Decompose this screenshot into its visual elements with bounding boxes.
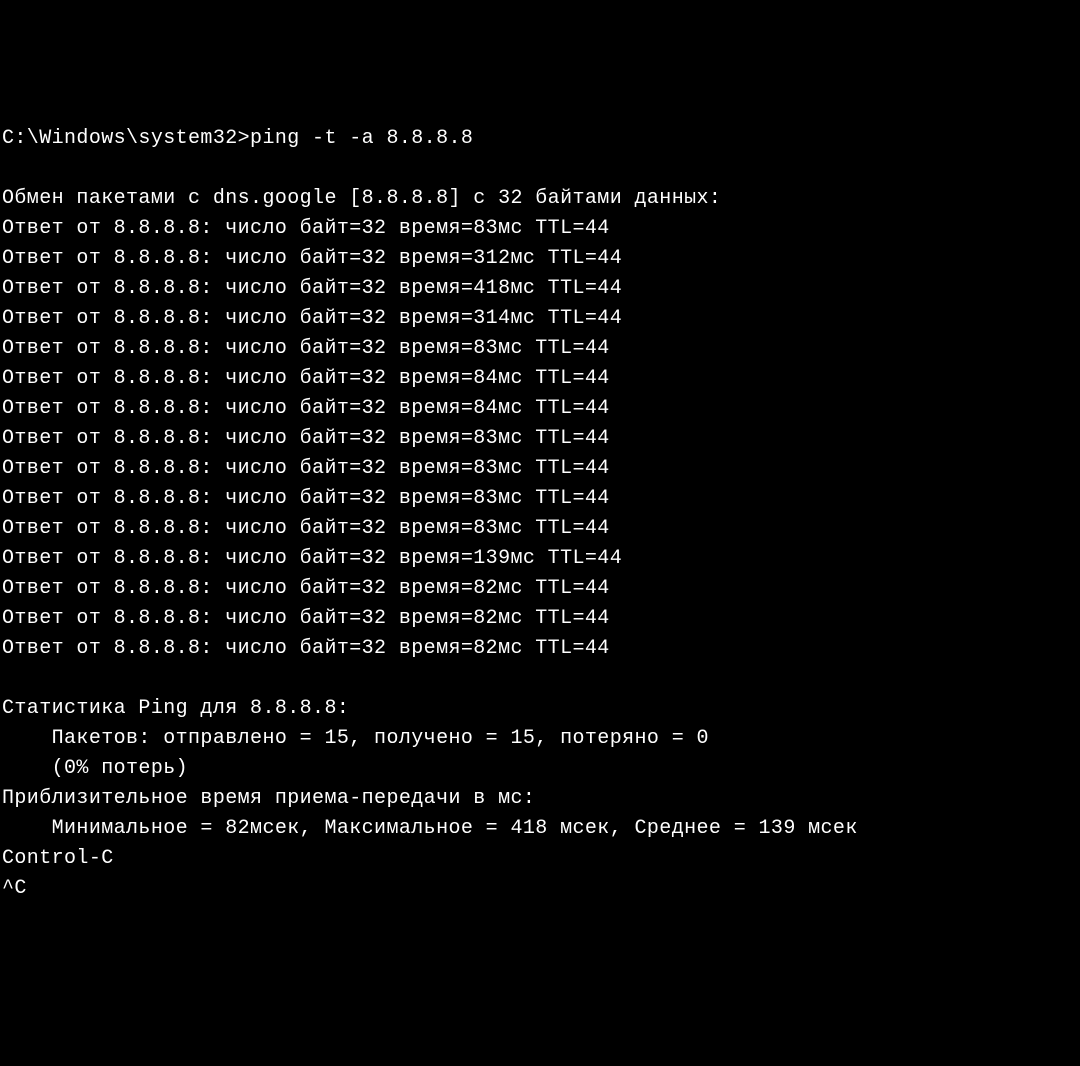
exchange-header: Обмен пакетами с dns.google [8.8.8.8] с …: [2, 184, 1078, 214]
ping-reply: Ответ от 8.8.8.8: число байт=32 время=83…: [2, 514, 1078, 544]
ping-reply: Ответ от 8.8.8.8: число байт=32 время=83…: [2, 424, 1078, 454]
ping-reply: Ответ от 8.8.8.8: число байт=32 время=83…: [2, 334, 1078, 364]
stats-header: Статистика Ping для 8.8.8.8:: [2, 694, 1078, 724]
ping-reply: Ответ от 8.8.8.8: число байт=32 время=83…: [2, 214, 1078, 244]
ping-reply: Ответ от 8.8.8.8: число байт=32 время=83…: [2, 454, 1078, 484]
control-c: Control-C: [2, 844, 1078, 874]
ping-reply: Ответ от 8.8.8.8: число байт=32 время=41…: [2, 274, 1078, 304]
prompt-path: C:\Windows\system32>: [2, 127, 250, 150]
ping-reply: Ответ от 8.8.8.8: число байт=32 время=83…: [2, 484, 1078, 514]
blank-line: [2, 664, 1078, 694]
ping-reply: Ответ от 8.8.8.8: число байт=32 время=82…: [2, 634, 1078, 664]
caret-c: ^C: [2, 874, 1078, 904]
ping-reply: Ответ от 8.8.8.8: число байт=32 время=13…: [2, 544, 1078, 574]
ping-reply: Ответ от 8.8.8.8: число байт=32 время=84…: [2, 394, 1078, 424]
ping-reply: Ответ от 8.8.8.8: число байт=32 время=31…: [2, 304, 1078, 334]
ping-reply: Ответ от 8.8.8.8: число байт=32 время=82…: [2, 604, 1078, 634]
ping-reply: Ответ от 8.8.8.8: число байт=32 время=82…: [2, 574, 1078, 604]
command-prompt-line: C:\Windows\system32>ping -t -a 8.8.8.8: [2, 124, 1078, 154]
blank-line: [2, 154, 1078, 184]
ping-reply: Ответ от 8.8.8.8: число байт=32 время=31…: [2, 244, 1078, 274]
stats-packets: Пакетов: отправлено = 15, получено = 15,…: [2, 724, 1078, 754]
stats-time-values: Минимальное = 82мсек, Максимальное = 418…: [2, 814, 1078, 844]
terminal-window[interactable]: C:\Windows\system32>ping -t -a 8.8.8.8 О…: [2, 124, 1078, 916]
stats-time-header: Приблизительное время приема-передачи в …: [2, 784, 1078, 814]
stats-loss: (0% потерь): [2, 754, 1078, 784]
prompt-command: ping -t -a 8.8.8.8: [250, 127, 473, 150]
ping-reply: Ответ от 8.8.8.8: число байт=32 время=84…: [2, 364, 1078, 394]
